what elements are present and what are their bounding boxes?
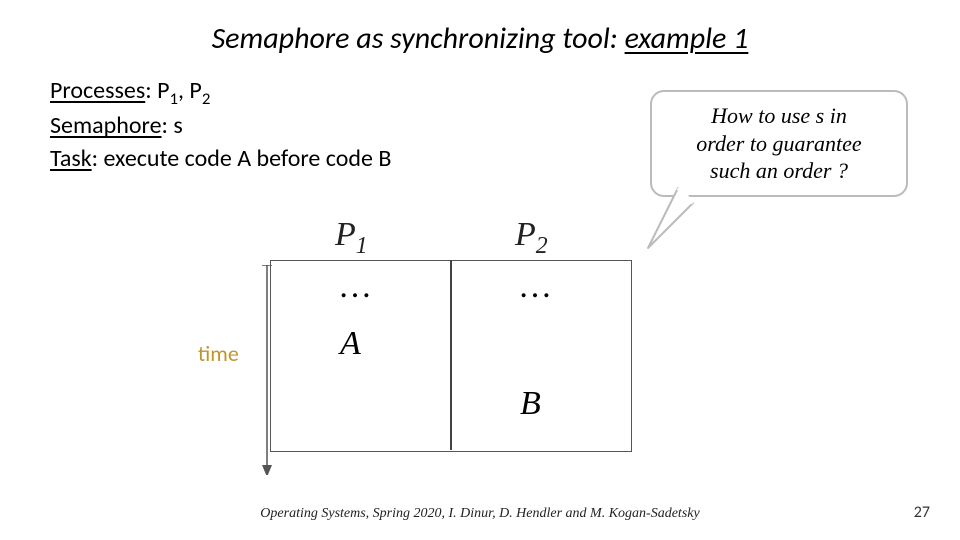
processes-line: Processes: P1, P2 — [50, 75, 391, 110]
p1-dots: … — [338, 268, 372, 306]
page-number: 27 — [914, 503, 930, 522]
footer-text: Operating Systems, Spring 2020, I. Dinur… — [0, 506, 960, 522]
code-b: B — [520, 385, 541, 423]
task-line: Task: execute code A before code B — [50, 143, 391, 175]
time-label: time — [198, 340, 239, 367]
process-divider — [450, 260, 452, 450]
callout-line1: How to use s in — [664, 102, 894, 130]
definitions-block: Processes: P1, P2 Semaphore: s Task: exe… — [50, 75, 391, 175]
title-prefix: Semaphore as synchronizing tool: — [212, 20, 625, 57]
slide-title: Semaphore as synchronizing tool: example… — [0, 20, 960, 57]
task-label: Task — [50, 144, 92, 173]
p2-header: P2 — [515, 216, 548, 260]
semaphore-label: Semaphore — [50, 111, 162, 140]
p2-dots: … — [518, 268, 552, 306]
callout-line2: order to guarantee — [664, 130, 894, 158]
p1-header: P1 — [335, 216, 368, 260]
timeline-diagram: time P1 P2 … … A B — [190, 210, 750, 480]
semaphore-line: Semaphore: s — [50, 110, 391, 142]
processes-label: Processes — [50, 76, 145, 105]
code-a: A — [340, 325, 361, 363]
title-underlined: example 1 — [625, 20, 749, 57]
